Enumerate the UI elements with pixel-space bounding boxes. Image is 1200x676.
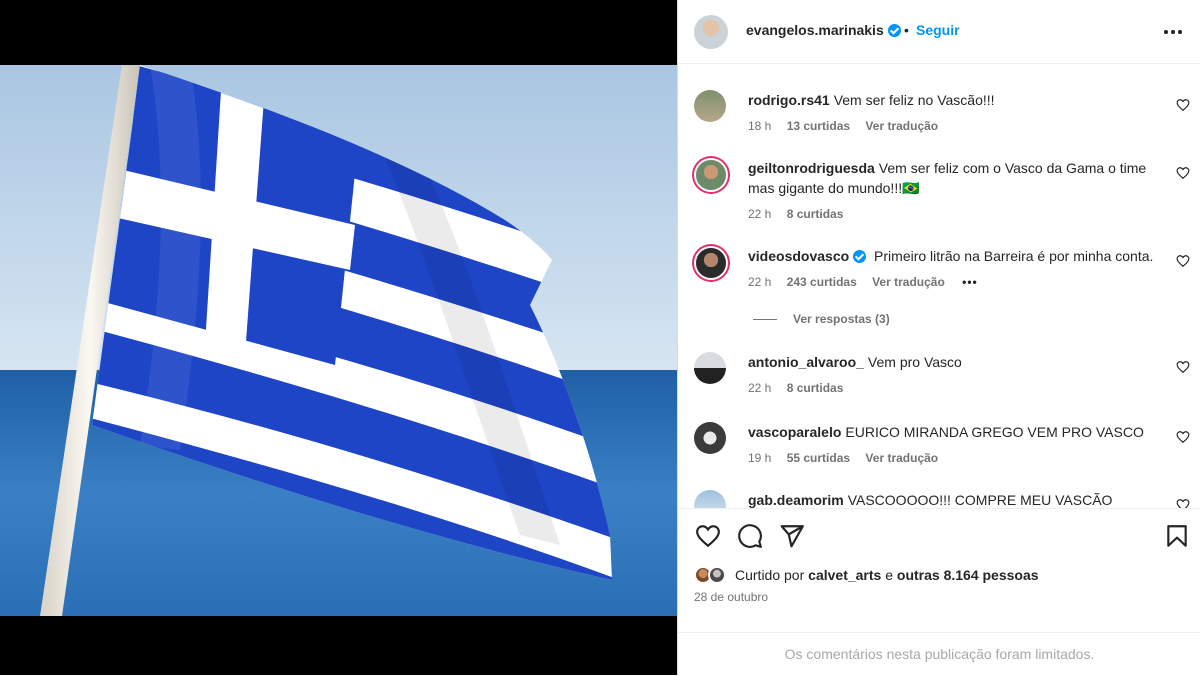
comment-username-text[interactable]: videosdovasco [748, 248, 849, 264]
post-actions [678, 508, 1200, 568]
comment-time[interactable]: 19 h [748, 451, 771, 465]
comment-meta: 22 h 8 curtidas [748, 381, 855, 395]
comment-likes[interactable]: 55 curtidas [787, 451, 850, 465]
author-avatar[interactable] [694, 15, 728, 49]
comment-time[interactable]: 22 h [748, 275, 771, 289]
likes-others-link[interactable]: outras 8.164 pessoas [897, 567, 1039, 583]
comment-meta: 22 h 8 curtidas [748, 207, 855, 221]
author-username[interactable]: evangelos.marinakis [746, 22, 901, 38]
post-header: evangelos.marinakis • Seguir [678, 0, 1200, 64]
view-replies-button[interactable]: Ver respostas (3) [753, 312, 890, 326]
comment-likes[interactable]: 8 curtidas [787, 207, 844, 221]
comment-username[interactable]: geiltonrodriguesda [748, 160, 875, 176]
comment-username[interactable]: rodrigo.rs41 [748, 92, 830, 108]
commenter-avatar[interactable] [694, 490, 726, 508]
commenter-avatar[interactable] [694, 90, 726, 122]
comment-text: gab.deamorim VASCOOOOO!!! COMPRE MEU VASC… [748, 490, 1168, 508]
comment-text: vascoparalelo EURICO MIRANDA GREGO VEM PR… [748, 422, 1168, 442]
comment-time[interactable]: 18 h [748, 119, 771, 133]
comments-limited-notice: Os comentários nesta publicação foram li… [678, 632, 1200, 675]
comment-likes[interactable]: 8 curtidas [787, 381, 844, 395]
comment-text: rodrigo.rs41 Vem ser feliz no Vascão!!! [748, 90, 1168, 110]
comment-body: EURICO MIRANDA GREGO VEM PRO VASCO [845, 424, 1144, 440]
comment-body: VASCOOOOO!!! COMPRE MEU VASCÃO [847, 492, 1113, 508]
comment-username[interactable]: vascoparalelo [748, 424, 841, 440]
comment-username[interactable]: videosdovasco [748, 248, 867, 264]
comment-like-heart-icon[interactable] [1176, 498, 1190, 508]
comment-like-heart-icon[interactable] [1176, 98, 1190, 112]
comment-likes[interactable]: 243 curtidas [787, 275, 857, 289]
comment-like-heart-icon[interactable] [1176, 430, 1190, 444]
post-media[interactable] [0, 0, 677, 675]
comment-body: Primeiro litrão na Barreira é por minha … [874, 248, 1154, 264]
verified-badge-icon [887, 24, 901, 37]
post-date[interactable]: 28 de outubro [694, 590, 768, 604]
verified-badge-icon [853, 250, 867, 263]
likes-conjunction: e [885, 567, 894, 583]
translate-link[interactable]: Ver tradução [872, 275, 945, 289]
translate-link[interactable]: Ver tradução [865, 451, 938, 465]
commenter-avatar[interactable] [694, 352, 726, 384]
post-image-greek-flag [0, 65, 677, 616]
comment-username[interactable]: gab.deamorim [748, 492, 844, 508]
post-side-panel: evangelos.marinakis • Seguir rodrigo.rs4… [677, 0, 1200, 675]
commenter-avatar[interactable] [696, 160, 726, 190]
likes-summary: Curtido por calvet_arts e outras 8.164 p… [694, 566, 1039, 584]
more-options-icon[interactable] [1164, 22, 1186, 40]
comment-like-heart-icon[interactable] [1176, 166, 1190, 180]
bookmark-icon[interactable] [1164, 523, 1190, 549]
comments-list[interactable]: rodrigo.rs41 Vem ser feliz no Vascão!!! 1… [678, 65, 1200, 508]
instagram-post: evangelos.marinakis • Seguir rodrigo.rs4… [0, 0, 1200, 675]
comment-meta: 19 h 55 curtidas Ver tradução [748, 451, 950, 465]
follow-button[interactable]: Seguir [916, 22, 960, 38]
author-username-text[interactable]: evangelos.marinakis [746, 22, 884, 38]
comment-username[interactable]: antonio_alvaroo_ [748, 354, 864, 370]
comment-text: videosdovasco Primeiro litrão na Barreir… [748, 246, 1168, 266]
comment-time[interactable]: 22 h [748, 207, 771, 221]
comment-time[interactable]: 22 h [748, 381, 771, 395]
comment-text: antonio_alvaroo_ Vem pro Vasco [748, 352, 1168, 372]
comment-icon[interactable] [737, 523, 763, 549]
commenter-avatar[interactable] [696, 248, 726, 278]
comment-body: Vem ser feliz no Vascão!!! [833, 92, 995, 108]
send-icon[interactable] [779, 523, 805, 549]
liker-avatars[interactable] [694, 566, 732, 584]
comment-like-heart-icon[interactable] [1176, 360, 1190, 374]
comment-options-icon[interactable]: ••• [962, 275, 978, 289]
like-heart-icon[interactable] [695, 523, 721, 549]
likes-prefix: Curtido por [735, 567, 805, 583]
comment-meta: 18 h 13 curtidas Ver tradução [748, 119, 950, 133]
commenter-avatar[interactable] [694, 422, 726, 454]
translate-link[interactable]: Ver tradução [865, 119, 938, 133]
comment-body: Vem pro Vasco [867, 354, 962, 370]
separator-dot: • [904, 22, 909, 38]
comment-text: geiltonrodriguesda Vem ser feliz com o Va… [748, 158, 1168, 198]
comment-meta: 22 h 243 curtidas Ver tradução ••• [748, 275, 990, 289]
comment-like-heart-icon[interactable] [1176, 254, 1190, 268]
comment-likes[interactable]: 13 curtidas [787, 119, 850, 133]
liked-by-username[interactable]: calvet_arts [808, 567, 881, 583]
